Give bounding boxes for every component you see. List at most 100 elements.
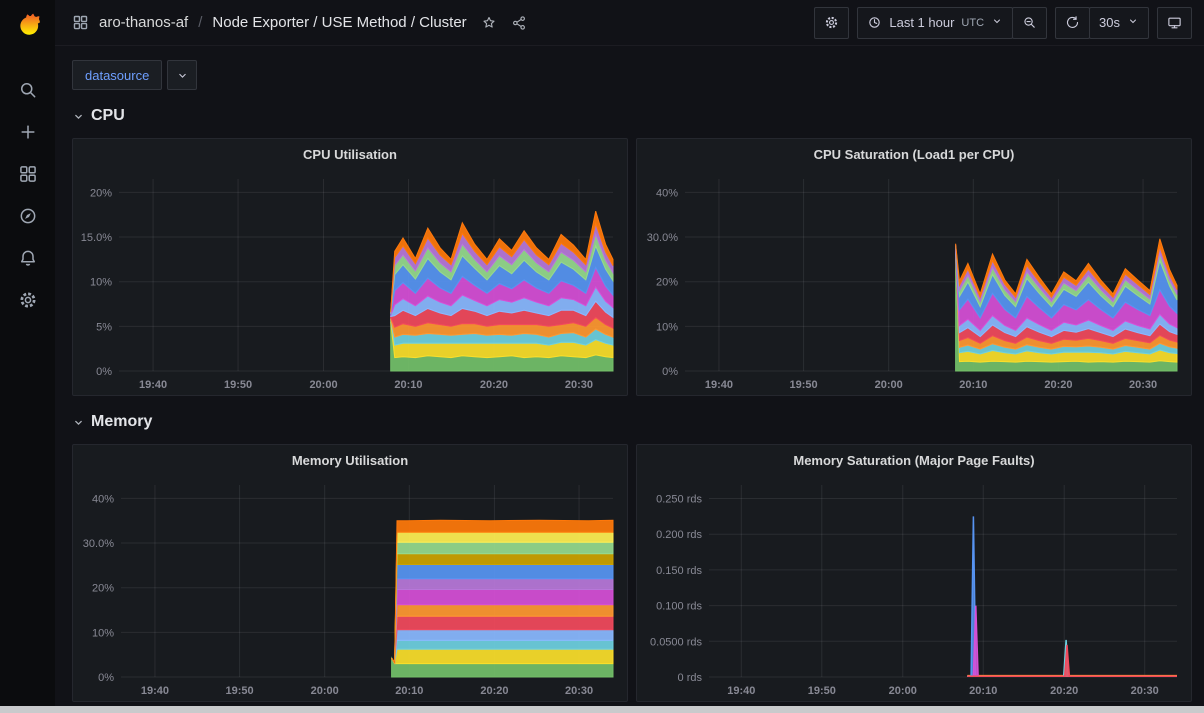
svg-text:20:30: 20:30 [565, 379, 593, 391]
svg-text:10%: 10% [656, 321, 678, 333]
cpu-saturation-chart[interactable]: 0%10%20%30.0%40%19:4019:5020:0020:1020:2… [637, 169, 1191, 395]
zoom-out-button[interactable] [1012, 7, 1047, 39]
svg-text:0.200 rds: 0.200 rds [656, 529, 702, 541]
cpu-panels-row: CPU Utilisation 0%5%10%15.0%20%19:4019:5… [72, 138, 1192, 396]
refresh-button[interactable] [1055, 7, 1090, 39]
search-icon [18, 80, 38, 100]
panel-memory-utilisation: Memory Utilisation 0%10%20%30.0%40%19:40… [72, 444, 628, 702]
refresh-group: 30s [1055, 7, 1149, 39]
gear-icon [18, 290, 38, 310]
apps-grid-icon[interactable] [72, 14, 89, 31]
chevron-down-icon [991, 15, 1003, 30]
memory-saturation-chart[interactable]: 0 rds 0.0500 rds 0.100 rds 0.150 rds 0.200 r… [637, 475, 1191, 701]
share-icon[interactable] [511, 15, 527, 31]
dashboard-title[interactable]: Node Exporter / USE Method / Cluster [212, 14, 466, 31]
dashboards-grid-icon [18, 164, 38, 184]
datasource-variable-button[interactable]: datasource [72, 60, 162, 90]
panel-title: CPU Saturation (Load1 per CPU) [814, 147, 1015, 162]
sidebar-item-explore[interactable] [7, 195, 49, 237]
refresh-interval-label: 30s [1099, 15, 1120, 30]
section-header-cpu[interactable]: CPU [72, 107, 1192, 125]
svg-text:19:40: 19:40 [705, 379, 733, 391]
time-picker-group: Last 1 hour UTC [857, 7, 1047, 39]
gear-icon [824, 15, 839, 30]
svg-text:0 rds: 0 rds [678, 672, 703, 684]
breadcrumb-team[interactable]: aro-thanos-af [99, 14, 188, 31]
time-range-label: Last 1 hour [889, 15, 954, 30]
monitor-icon [1167, 15, 1182, 30]
explore-compass-icon [18, 206, 38, 226]
grafana-logo-icon[interactable] [13, 9, 43, 39]
favorite-star-icon[interactable] [481, 15, 497, 31]
svg-text:20:20: 20:20 [480, 379, 508, 391]
breadcrumb-separator: / [198, 14, 202, 31]
memory-utilisation-chart[interactable]: 0%10%20%30.0%40%19:4019:5020:0020:1020:2… [73, 475, 627, 701]
zoom-out-icon [1022, 15, 1037, 30]
sidebar-item-search[interactable] [7, 69, 49, 111]
panel-header[interactable]: Memory Saturation (Major Page Faults) [637, 445, 1191, 475]
svg-text:0.100 rds: 0.100 rds [656, 601, 702, 613]
svg-text:10%: 10% [92, 627, 114, 639]
svg-text:20:00: 20:00 [875, 379, 903, 391]
main-area: aro-thanos-af / Node Exporter / USE Meth… [55, 0, 1204, 713]
chevron-down-icon [1127, 15, 1139, 30]
panel-memory-saturation: Memory Saturation (Major Page Faults) 0 … [636, 444, 1192, 702]
clock-icon [867, 15, 882, 30]
panel-cpu-saturation: CPU Saturation (Load1 per CPU) 0%10%20%3… [636, 138, 1192, 396]
dashboard-settings-button[interactable] [814, 7, 849, 39]
svg-text:20:20: 20:20 [1044, 379, 1072, 391]
plus-icon [18, 122, 38, 142]
refresh-interval-button[interactable]: 30s [1089, 7, 1149, 39]
top-navbar: aro-thanos-af / Node Exporter / USE Meth… [55, 0, 1204, 46]
template-variables-row: datasource [72, 60, 1192, 90]
sidebar [0, 0, 55, 713]
svg-text:20:30: 20:30 [1129, 379, 1157, 391]
svg-text:0%: 0% [98, 672, 114, 684]
sidebar-item-configuration[interactable] [7, 279, 49, 321]
chevron-down-icon [72, 110, 85, 123]
chevron-down-icon [72, 416, 85, 429]
kiosk-mode-button[interactable] [1157, 7, 1192, 39]
panel-title: Memory Saturation (Major Page Faults) [793, 453, 1034, 468]
svg-text:20:30: 20:30 [1131, 685, 1159, 697]
bottom-edge [0, 706, 1204, 713]
svg-text:20:30: 20:30 [565, 685, 593, 697]
panel-cpu-utilisation: CPU Utilisation 0%5%10%15.0%20%19:4019:5… [72, 138, 628, 396]
svg-text:20%: 20% [92, 583, 114, 595]
svg-text:19:50: 19:50 [808, 685, 836, 697]
svg-text:10%: 10% [90, 277, 112, 289]
svg-text:19:50: 19:50 [226, 685, 254, 697]
chevron-down-icon [176, 69, 189, 82]
section-title-memory: Memory [91, 413, 152, 431]
cpu-utilisation-chart[interactable]: 0%5%10%15.0%20%19:4019:5020:0020:1020:20… [73, 169, 627, 395]
breadcrumb: aro-thanos-af / Node Exporter / USE Meth… [72, 14, 527, 31]
section-title-cpu: CPU [91, 107, 125, 125]
svg-text:19:40: 19:40 [141, 685, 169, 697]
alerts-bell-icon [18, 248, 38, 268]
svg-text:30.0%: 30.0% [83, 538, 114, 550]
svg-text:0.0500 rds: 0.0500 rds [650, 636, 702, 648]
panel-header[interactable]: CPU Utilisation [73, 139, 627, 169]
svg-text:5%: 5% [96, 321, 112, 333]
svg-text:0.250 rds: 0.250 rds [656, 494, 702, 506]
panel-header[interactable]: CPU Saturation (Load1 per CPU) [637, 139, 1191, 169]
svg-text:20:10: 20:10 [959, 379, 987, 391]
toolbar-actions: Last 1 hour UTC [814, 7, 1192, 39]
grafana-app: aro-thanos-af / Node Exporter / USE Meth… [0, 0, 1204, 713]
memory-panels-row: Memory Utilisation 0%10%20%30.0%40%19:40… [72, 444, 1192, 702]
time-range-button[interactable]: Last 1 hour UTC [857, 7, 1013, 39]
svg-text:20:20: 20:20 [1050, 685, 1078, 697]
dashboard-content: datasource CPU CPU Utilisation 0%5%10%15… [55, 46, 1204, 713]
datasource-dropdown-button[interactable] [167, 60, 197, 90]
svg-text:0%: 0% [96, 366, 112, 378]
svg-text:19:40: 19:40 [139, 379, 167, 391]
panel-title: Memory Utilisation [292, 453, 408, 468]
svg-text:30.0%: 30.0% [647, 232, 678, 244]
svg-text:0.150 rds: 0.150 rds [656, 565, 702, 577]
panel-header[interactable]: Memory Utilisation [73, 445, 627, 475]
sidebar-item-dashboards[interactable] [7, 153, 49, 195]
sidebar-item-create[interactable] [7, 111, 49, 153]
sidebar-item-alerting[interactable] [7, 237, 49, 279]
section-header-memory[interactable]: Memory [72, 413, 1192, 431]
svg-text:19:50: 19:50 [224, 379, 252, 391]
